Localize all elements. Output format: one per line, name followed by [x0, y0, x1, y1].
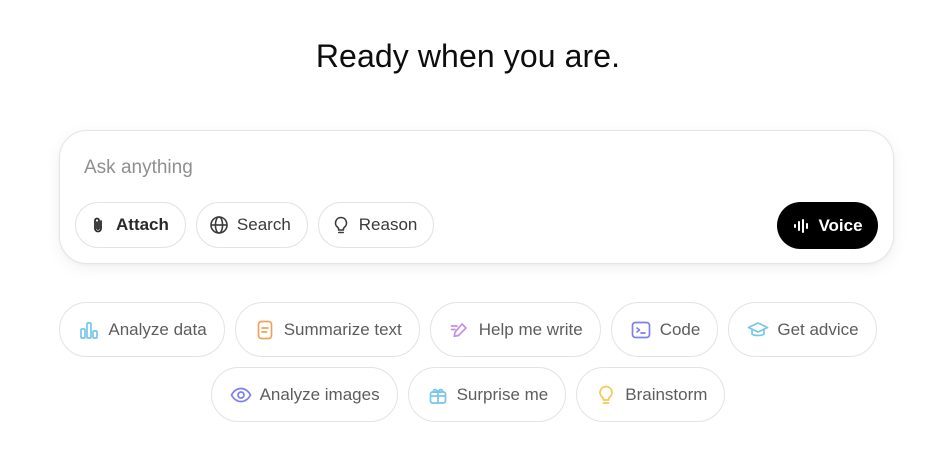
- chip-analyze-images[interactable]: Analyze images: [210, 367, 398, 422]
- chip-label: Get advice: [777, 319, 859, 339]
- bar-chart-icon: [78, 319, 100, 341]
- pen-icon: [449, 319, 471, 341]
- voice-button[interactable]: Voice: [777, 202, 878, 249]
- composer-tools: Attach Search Reason: [75, 202, 435, 248]
- chip-surprise-me[interactable]: Surprise me: [407, 367, 567, 422]
- lightbulb-icon: [595, 384, 617, 406]
- chip-brainstorm[interactable]: Brainstorm: [576, 367, 726, 422]
- attach-label: Attach: [116, 215, 169, 234]
- chip-help-me-write[interactable]: Help me write: [429, 302, 601, 357]
- graduation-cap-icon: [747, 319, 769, 341]
- chip-label: Help me write: [478, 319, 583, 339]
- voice-waveform-icon: [792, 216, 812, 236]
- search-label: Search: [236, 215, 291, 234]
- chip-label: Analyze images: [259, 384, 380, 404]
- globe-icon: [209, 215, 229, 235]
- document-icon: [254, 319, 276, 341]
- chip-label: Brainstorm: [625, 384, 708, 404]
- chip-analyze-data[interactable]: Analyze data: [59, 302, 225, 357]
- lightbulb-icon: [331, 215, 351, 235]
- voice-label: Voice: [818, 215, 863, 235]
- reason-button[interactable]: Reason: [317, 202, 435, 248]
- prompt-input[interactable]: [84, 153, 844, 183]
- terminal-icon: [630, 319, 652, 341]
- gift-icon: [427, 384, 449, 406]
- attach-button[interactable]: Attach: [75, 202, 186, 248]
- chip-get-advice[interactable]: Get advice: [728, 302, 877, 357]
- chip-label: Summarize text: [283, 319, 402, 339]
- chip-label: Surprise me: [456, 384, 549, 404]
- reason-label: Reason: [358, 215, 418, 234]
- chip-label: Code: [659, 319, 701, 339]
- search-button[interactable]: Search: [195, 202, 308, 248]
- chip-code[interactable]: Code: [610, 302, 719, 357]
- suggestions-row-1: Analyze data Summarize text Help me writ…: [0, 302, 936, 357]
- chip-summarize-text[interactable]: Summarize text: [234, 302, 420, 357]
- chat-home: Ready when you are. Attach: [0, 0, 936, 464]
- eye-icon: [230, 384, 252, 406]
- page-title: Ready when you are.: [315, 38, 621, 74]
- suggestions-row-2: Analyze images Surprise me Brainstorm: [0, 367, 936, 422]
- paperclip-icon: [88, 215, 108, 235]
- chip-label: Analyze data: [108, 319, 207, 339]
- composer: Attach Search: [59, 130, 894, 264]
